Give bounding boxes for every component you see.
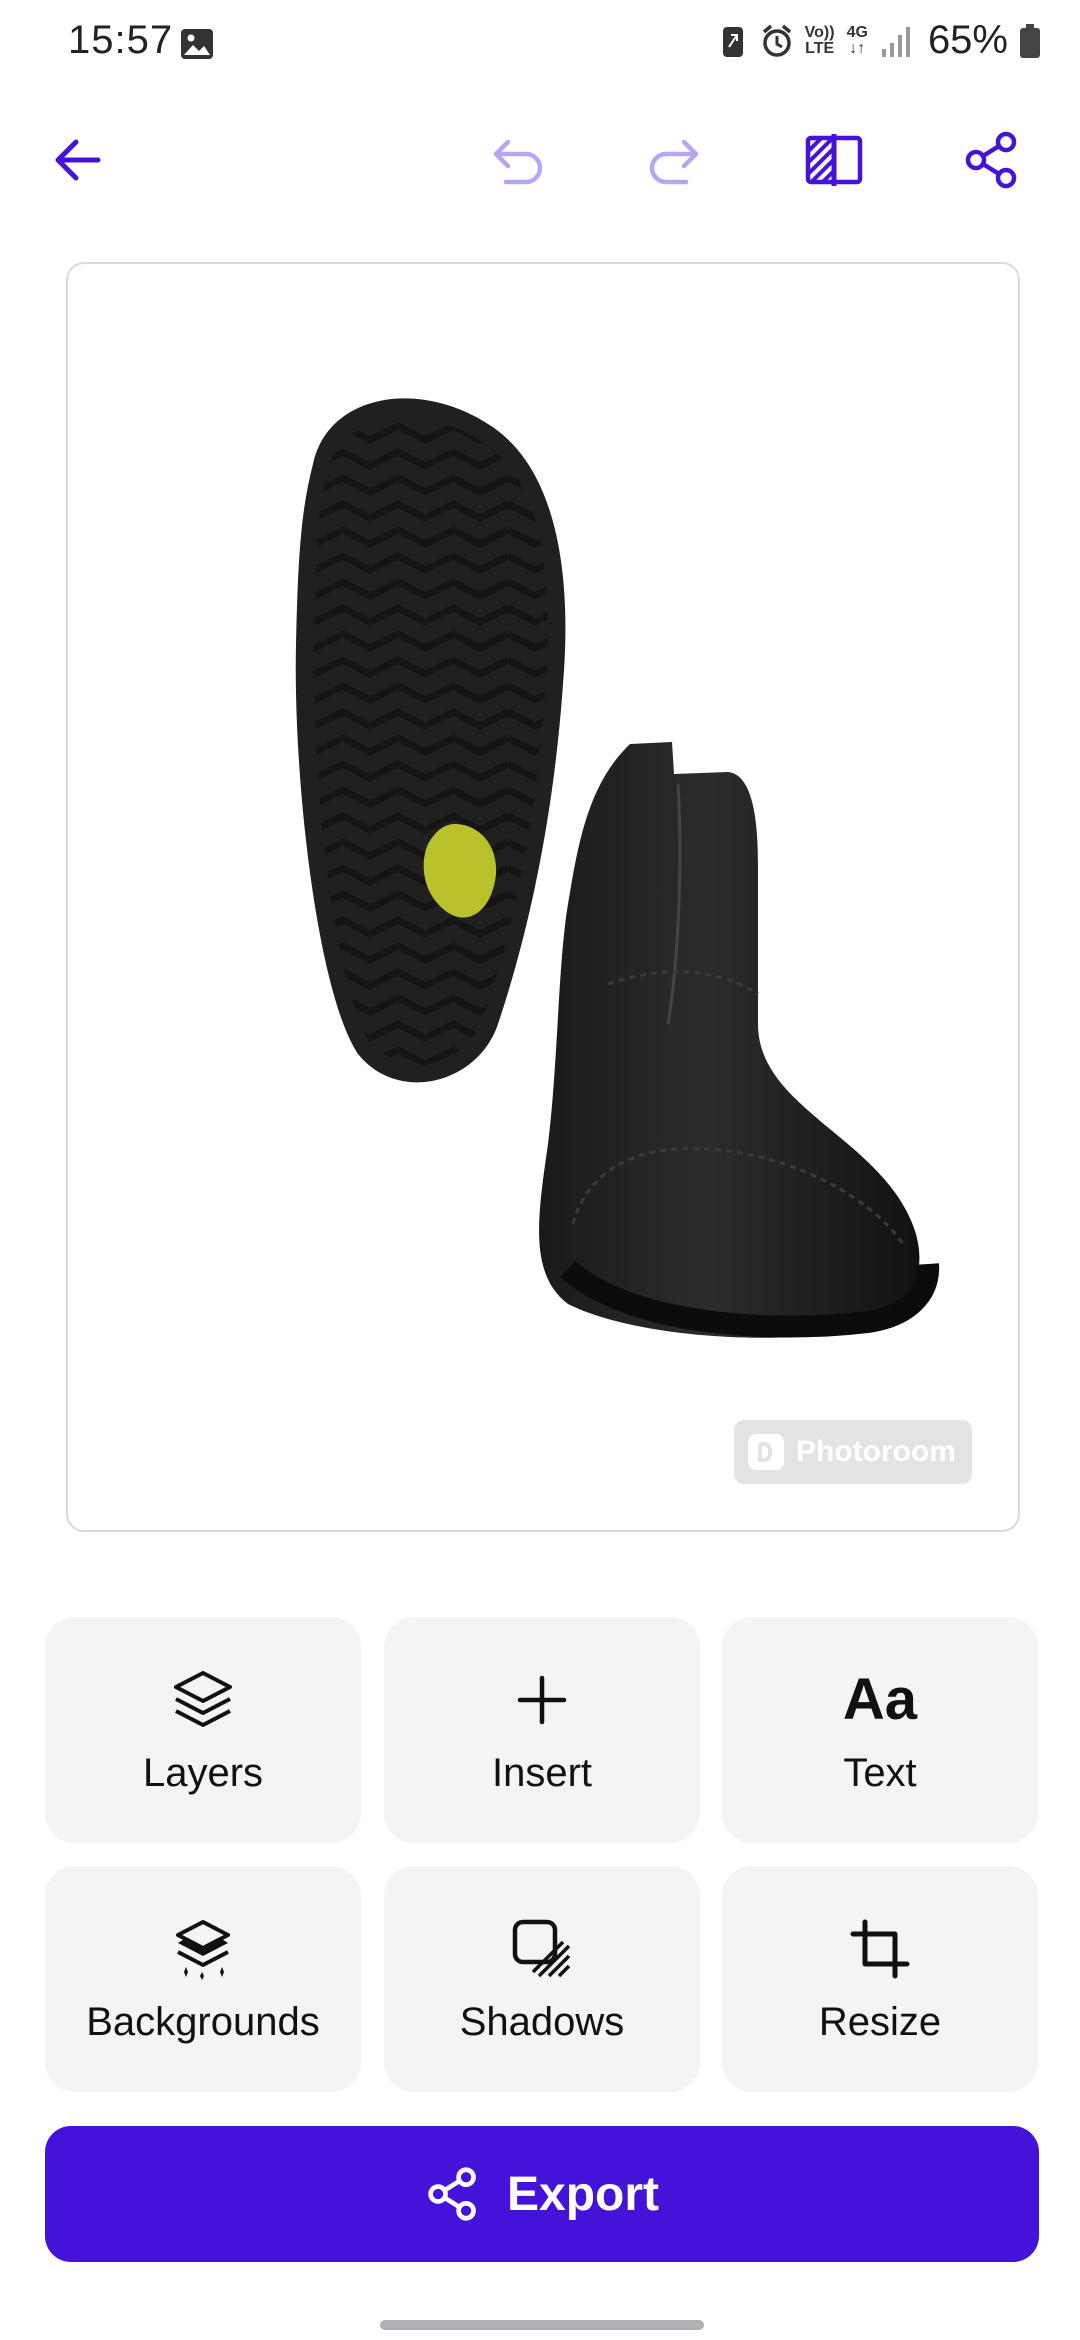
arrow-left-icon <box>55 139 101 181</box>
redo-icon <box>649 139 699 185</box>
text-icon: Aa <box>842 1667 918 1732</box>
share-icon <box>428 2167 476 2221</box>
shadows-button[interactable]: Shadows <box>384 1866 700 2092</box>
backgrounds-label: Backgrounds <box>86 1999 320 2044</box>
export-button[interactable]: Export <box>45 2126 1039 2262</box>
signal-icon <box>881 26 910 57</box>
insert-button[interactable]: Insert <box>384 1617 700 1843</box>
undo-icon <box>493 139 543 185</box>
insert-label: Insert <box>491 1750 593 1795</box>
share-button[interactable] <box>956 124 1028 196</box>
editor-canvas[interactable]: Photoroom <box>66 262 1020 1532</box>
volte-indicator: Vo)) LTE <box>804 23 835 57</box>
layers-label: Layers <box>142 1750 264 1795</box>
share-icon <box>965 131 1017 189</box>
network-indicator: 4G ↓↑ <box>846 23 868 57</box>
undo-button[interactable] <box>482 124 554 196</box>
backgrounds-icon <box>176 1919 230 1980</box>
home-indicator[interactable] <box>380 2320 704 2330</box>
battery-percent: 65% <box>927 18 1008 62</box>
backgrounds-button[interactable]: Backgrounds <box>45 1866 361 2092</box>
shadows-label: Shadows <box>459 1999 625 2044</box>
status-icons: Vo)) LTE 4G ↓↑ 65% <box>717 18 1040 63</box>
export-label: Export <box>506 2167 659 2221</box>
gallery-notification-icon <box>181 29 213 59</box>
battery-saver-icon <box>722 26 743 57</box>
plus-icon <box>517 1675 567 1724</box>
back-button[interactable] <box>42 124 114 196</box>
compare-button[interactable] <box>798 124 870 196</box>
layers-button[interactable]: Layers <box>45 1617 361 1843</box>
resize-button[interactable]: Resize <box>722 1866 1038 2092</box>
compare-icon <box>805 134 863 186</box>
status-time: 15:57 <box>68 18 174 62</box>
crop-icon <box>850 1919 910 1978</box>
layers-icon <box>174 1670 232 1727</box>
alarm-icon <box>762 24 791 57</box>
shadows-icon <box>512 1919 571 1977</box>
battery-icon <box>1020 23 1040 58</box>
editor-toolbar <box>0 110 1080 210</box>
text-label: Text <box>843 1750 917 1795</box>
text-button[interactable]: Aa Text <box>722 1617 1038 1843</box>
photoroom-watermark: Photoroom <box>734 1420 972 1484</box>
resize-label: Resize <box>818 1999 942 2044</box>
boots-product-image[interactable] <box>68 264 1018 1530</box>
status-bar: 15:57 Vo)) LTE 4G ↓↑ 65% <box>0 0 1080 90</box>
photoroom-logo-icon <box>748 1434 784 1470</box>
redo-button[interactable] <box>638 124 710 196</box>
watermark-text: Photoroom <box>796 1435 956 1468</box>
